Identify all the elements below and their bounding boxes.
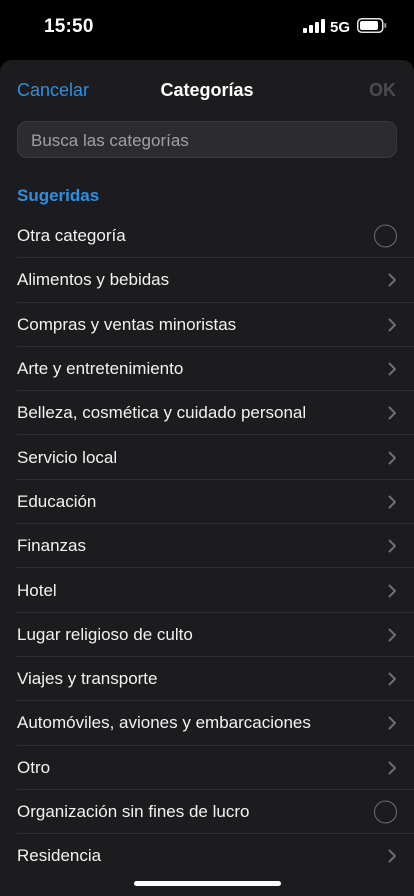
category-row[interactable]: Organización sin fines de lucro [0, 790, 414, 835]
nav-bar: Cancelar Categorías OK [0, 60, 414, 120]
category-label: Alimentos y bebidas [17, 270, 170, 290]
category-row[interactable]: Finanzas [0, 524, 414, 569]
category-label: Automóviles, aviones y embarcaciones [17, 713, 311, 733]
category-label: Organización sin fines de lucro [17, 802, 250, 821]
category-row[interactable]: Automóviles, aviones y embarcaciones [0, 701, 414, 746]
category-label: Arte y entretenimiento [17, 359, 184, 379]
battery-icon [357, 18, 387, 33]
status-time: 15:50 [44, 16, 94, 37]
category-sheet: Cancelar Categorías OK Sugeridas Otra ca… [0, 60, 414, 896]
category-row[interactable]: Educación [0, 480, 414, 525]
chevron-right-icon [388, 273, 396, 287]
radio-button[interactable] [374, 224, 397, 248]
ok-button[interactable]: OK [369, 80, 396, 101]
category-row[interactable]: Otro [0, 746, 414, 790]
category-label: Residencia [17, 846, 102, 866]
category-row[interactable]: Arte y entretenimiento [0, 347, 414, 392]
section-header-suggested: Sugeridas [17, 186, 100, 205]
category-label: Educación [17, 491, 97, 511]
category-row[interactable]: Lugar religioso de culto [0, 613, 414, 657]
chevron-right-icon [388, 761, 396, 775]
category-row[interactable]: Servicio local [0, 435, 414, 480]
search-field[interactable] [17, 121, 397, 159]
category-label: Servicio local [17, 447, 118, 467]
category-label: Otra categoría [17, 226, 126, 246]
category-row[interactable]: Belleza, cosmética y cuidado personal [0, 391, 414, 436]
chevron-right-icon [388, 406, 396, 420]
category-label: Hotel [17, 580, 57, 600]
home-indicator [134, 881, 281, 886]
chevron-right-icon [388, 672, 396, 686]
category-label: Lugar religioso de culto [17, 624, 193, 644]
search-input[interactable] [29, 122, 393, 159]
chevron-right-icon [388, 849, 396, 863]
chevron-right-icon [388, 716, 396, 730]
page-title: Categorías [160, 80, 254, 100]
chevron-right-icon [388, 539, 396, 553]
signal-icon [303, 19, 325, 33]
category-list: Otra categoría Alimentos y bebidas Compras… [0, 214, 414, 878]
category-label: Viajes y transporte [17, 669, 158, 689]
category-row[interactable]: Compras y ventas minoristas [0, 303, 414, 347]
category-row[interactable]: Otra categoría [0, 214, 414, 259]
category-row[interactable]: Viajes y transporte [0, 657, 414, 702]
network-type-label: 5G [330, 19, 351, 36]
radio-button[interactable] [374, 800, 397, 824]
chevron-right-icon [388, 495, 396, 509]
category-label: Otro [17, 757, 51, 777]
chevron-right-icon [388, 362, 396, 376]
category-label: Finanzas [17, 536, 86, 556]
chevron-right-icon [388, 318, 396, 332]
category-row[interactable]: Hotel [0, 568, 414, 613]
category-label: Compras y ventas minoristas [17, 314, 237, 334]
status-bar: 15:50 5G [0, 0, 414, 58]
chevron-right-icon [388, 628, 396, 642]
category-row[interactable]: Alimentos y bebidas [0, 258, 414, 303]
chevron-right-icon [388, 451, 396, 465]
category-label: Belleza, cosmética y cuidado personal [17, 403, 307, 423]
category-row[interactable]: Residencia [0, 834, 414, 878]
chevron-right-icon [388, 584, 396, 598]
